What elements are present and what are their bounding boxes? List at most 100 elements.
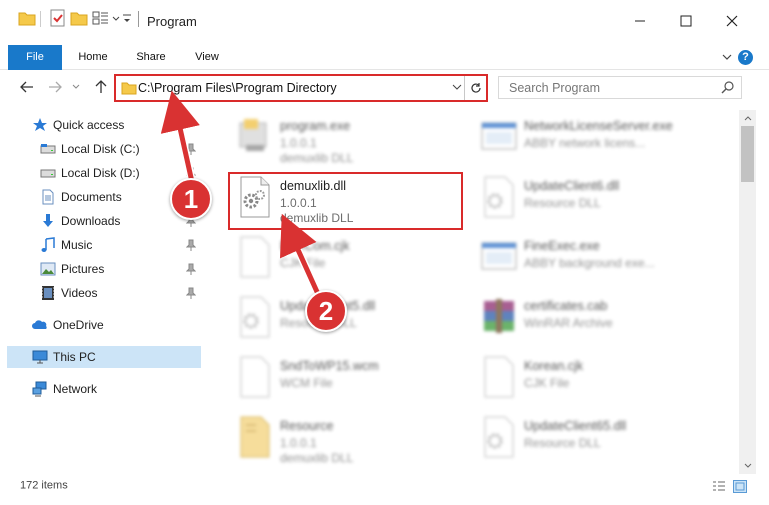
address-bar[interactable]: C:\Program Files\Program Directory [114,74,488,102]
file-type: Resource DLL [524,196,601,210]
navigation-bar: C:\Program Files\Program Directory Searc… [0,71,769,105]
pin-icon[interactable] [186,287,196,299]
status-bar: 172 items [0,474,769,498]
chevron-down-icon[interactable] [452,82,462,92]
refresh-icon [470,83,481,93]
dll-gear-icon [484,416,514,458]
properties-check-icon[interactable] [49,9,67,27]
file-item-korean-cjk[interactable]: Korean.cjk CJK File [474,349,712,407]
search-box[interactable]: Search Program [498,76,742,99]
arrow-up-icon [95,80,107,93]
file-name: certificates.cab [524,299,608,313]
sidebar-item-pictures[interactable]: Pictures [0,258,203,280]
file-item-updateclient5-dll[interactable]: UpdateClient5.dll Resource DLL [230,289,468,347]
file-name: UpdateClient65.dll [524,419,627,433]
chevron-up-icon [744,116,751,121]
help-button[interactable]: ? [738,50,753,65]
large-icons-view-icon[interactable] [733,480,747,493]
sidebar-item-music[interactable]: Music [0,234,203,256]
dll-gear-icon [484,176,514,218]
file-name: program.exe [280,119,351,133]
folder-icon [121,82,137,95]
recent-locations-button[interactable] [69,77,83,97]
maximize-icon [680,15,692,27]
back-button[interactable] [17,77,37,97]
search-input[interactable]: Search Program [509,81,600,95]
pin-icon[interactable] [186,143,196,155]
sidebar-item-onedrive[interactable]: OneDrive [0,314,203,336]
dll-gear-icon [240,296,270,338]
sidebar-item-label: Downloads [61,214,121,228]
arrow-left-icon [20,81,33,93]
close-icon [726,15,738,27]
tab-home[interactable]: Home [70,45,116,70]
sidebar-item-videos[interactable]: Videos [0,282,203,304]
sidebar-item-label: Pictures [61,262,105,276]
new-folder-icon[interactable] [70,9,88,27]
address-path[interactable]: C:\Program Files\Program Directory [138,81,337,95]
ribbon-expand-icon[interactable] [721,50,733,64]
sidebar-item-downloads[interactable]: Downloads [0,210,203,232]
tab-share[interactable]: Share [128,45,174,70]
maximize-button[interactable] [676,11,696,31]
search-icon[interactable] [721,80,735,94]
item-count: 172 items [20,479,68,492]
up-button[interactable] [91,77,111,97]
file-item-sndtowp15-wcm[interactable]: SndToWP15.wcm WCM File [230,349,468,407]
file-item-resource[interactable]: Resource 1.0.0.1 demuxlib DLL [230,409,468,467]
file-description: ABBY network licens... [524,136,646,150]
minimize-button[interactable] [630,11,650,31]
details-view-icon[interactable] [712,480,726,493]
sidebar-item-label: Network [53,382,98,396]
customize-toolbar-icon[interactable] [92,9,110,27]
music-icon [41,237,55,252]
sidebar-item-label: OneDrive [53,318,104,332]
blank-file-icon [484,356,514,398]
file-type: WCM File [280,376,333,390]
refresh-button[interactable] [464,76,486,100]
chevron-down-icon[interactable] [112,15,120,23]
file-item-networklicenseserver-exe[interactable]: NetworkLicenseServer.exe ABBY network li… [474,109,712,167]
tab-file[interactable]: File [8,45,62,70]
file-type: CJK File [524,376,570,390]
file-name: UpdateClient6.dll [524,179,620,193]
pin-icon[interactable] [186,263,196,275]
star-icon [33,118,47,131]
sidebar-item-local-disk-c[interactable]: Local Disk (C:) [0,138,203,160]
file-item-fineexec-exe[interactable]: FineExec.exe ABBY background exe... [474,229,712,287]
sidebar-item-quick-access[interactable]: Quick access [0,114,203,136]
close-button[interactable] [722,11,742,31]
title-bar: Program [0,0,769,45]
file-item-updateclient65-dll[interactable]: UpdateClient65.dll Resource DLL [474,409,712,467]
file-item-updateclient6-dll[interactable]: UpdateClient6.dll Resource DLL [474,169,712,227]
folder-icon[interactable] [18,9,36,27]
blank-file-icon [240,356,270,398]
this-pc-icon [32,350,48,364]
file-name: Korean.cjk [524,359,584,373]
vertical-scrollbar[interactable] [739,110,756,474]
forward-button[interactable] [45,77,65,97]
chevron-down-icon [72,84,80,89]
file-type: WinRAR Archive [524,316,613,330]
onedrive-icon [32,320,47,329]
sidebar-item-network[interactable]: Network [0,378,203,400]
scroll-up-button[interactable] [739,110,756,126]
minimize-icon [635,20,645,22]
scroll-thumb[interactable] [741,126,754,182]
drive-icon [40,169,56,178]
pin-icon[interactable] [186,239,196,251]
scroll-down-button[interactable] [739,458,756,474]
sidebar-item-this-pc[interactable]: This PC [7,346,201,368]
file-description: demuxlib DLL [280,451,354,465]
tab-view[interactable]: View [184,45,230,70]
file-item-finecom-cjk[interactable]: FineCom.cjk CJK File [230,229,468,287]
sidebar-item-local-disk-d[interactable]: Local Disk (D:) [0,162,203,184]
toolbar-dropdown-icon[interactable] [122,13,132,25]
file-version: 1.0.0.1 [280,436,317,450]
chevron-down-icon [744,463,751,468]
file-item-certificates-cab[interactable]: certificates.cab WinRAR Archive [474,289,712,347]
file-item-program-exe[interactable]: program.exe 1.0.0.1 demuxlib DLL [230,109,468,167]
network-icon [32,381,47,397]
toolbar-divider [40,11,41,27]
sidebar-item-label: Quick access [53,118,125,132]
